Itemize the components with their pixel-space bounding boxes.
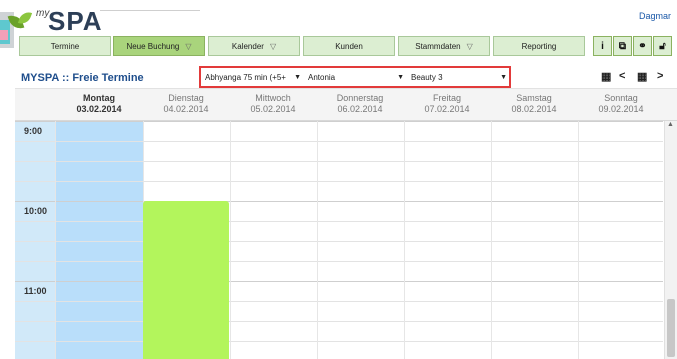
nav-stammdaten-button[interactable]: Stammdaten ▽ [398,36,490,56]
nav-reporting-button[interactable]: Reporting [493,36,585,56]
scroll-up-icon[interactable]: ▲ [667,121,674,128]
slot-line [15,341,663,342]
chevron-down-icon: ▽ [185,42,192,51]
chevron-down-icon: ▽ [269,42,277,51]
slot-line [15,241,663,242]
vertical-scrollbar[interactable]: ▲ [664,121,677,359]
room-select[interactable]: Beauty 3 ▼ [411,72,507,84]
nav-neue-buchung-label: Neue Buchung [126,42,180,51]
day-date: 09.02.2014 [598,104,644,114]
next-week-icon[interactable]: > [657,70,663,82]
calendar-day-header: Montag 03.02.2014 Dienstag 04.02.2014 Mi… [15,88,677,121]
nav-termine-button[interactable]: Termine [19,36,111,56]
nav-kunden-label: Kunden [335,42,363,51]
today-column[interactable] [55,121,143,359]
dropdown-arrow-icon: ▼ [397,74,404,81]
day-header-thursday[interactable]: Donnerstag 06.02.2014 [317,93,403,115]
time-label: 9:00 [24,126,43,136]
nav-kalender-button[interactable]: Kalender ▽ [208,36,300,56]
nav-kalender-label: Kalender [231,42,264,51]
treatment-select[interactable]: Abhyanga 75 min (+5+ ▼ [205,72,301,84]
nav-neue-buchung-button[interactable]: Neue Buchung ▽ [113,36,205,56]
day-name: Samstag [516,93,552,103]
column-divider [317,121,318,359]
time-column [15,121,55,359]
day-date: 04.02.2014 [163,104,209,114]
page-title: MYSPA :: Freie Termine [21,72,144,84]
user-name-link[interactable]: Dagmar [639,11,671,21]
hour-line [15,121,663,122]
day-name: Freitag [432,93,461,103]
slot-line [15,221,663,222]
slot-line [15,321,663,322]
staff-select[interactable]: Antonia ▼ [308,72,404,84]
calendar-toolbar: MYSPA :: Freie Termine Abhyanga 75 min (… [15,66,677,88]
dropdown-arrow-icon: ▼ [500,74,507,81]
room-select-value: Beauty 3 [411,73,443,82]
date-navigation: ▦ < ▦ > [601,70,673,84]
day-date: 08.02.2014 [511,104,557,114]
slot-line [15,161,663,162]
info-icon[interactable]: i [593,36,612,56]
hour-line [15,201,663,202]
treatment-select-value: Abhyanga 75 min (+5+ [205,73,286,82]
free-slot-block[interactable] [143,201,229,359]
calendar-icon[interactable]: ▦ [637,70,647,83]
staff-select-value: Antonia [308,73,336,82]
filter-selection-box: Abhyanga 75 min (+5+ ▼ Antonia ▼ Beauty … [199,66,511,88]
slot-line [15,141,663,142]
users-icon[interactable]: ⚭ [633,36,652,56]
day-header-friday[interactable]: Freitag 07.02.2014 [404,93,490,115]
column-divider [578,121,579,359]
hour-line [15,281,663,282]
day-date: 03.02.2014 [76,104,122,114]
day-header-saturday[interactable]: Samstag 08.02.2014 [491,93,577,115]
previous-week-icon[interactable]: < [619,70,625,82]
time-label: 11:00 [24,286,47,296]
myspa-logo[interactable]: my SPA [7,4,120,36]
day-name: Mittwoch [255,93,291,103]
slot-line [15,301,663,302]
scrollbar-thumb[interactable] [667,299,675,357]
chevron-down-icon: ▽ [466,42,473,51]
column-divider [404,121,405,359]
time-label: 10:00 [24,206,48,216]
column-divider [55,121,56,359]
copy-icon[interactable]: ⧉ [613,36,632,56]
day-name: Sonntag [604,93,638,103]
background-window-accent [0,30,8,40]
day-name: Montag [83,93,115,103]
slot-line [15,181,663,182]
calendar-icon[interactable]: ▦ [601,70,611,83]
column-divider [230,121,231,359]
calendar-grid[interactable]: 9:00 10:00 11:00 ▲ [15,120,677,359]
day-name: Dienstag [168,93,204,103]
nav-reporting-label: Reporting [521,42,557,51]
column-divider [491,121,492,359]
day-header-tuesday[interactable]: Dienstag 04.02.2014 [143,93,229,115]
nav-termine-label: Termine [50,42,80,51]
day-date: 07.02.2014 [424,104,470,114]
day-header-wednesday[interactable]: Mittwoch 05.02.2014 [230,93,316,115]
day-date: 05.02.2014 [250,104,296,114]
nav-kunden-button[interactable]: Kunden [303,36,395,56]
dropdown-arrow-icon: ▼ [294,74,301,81]
main-navigation: Termine Neue Buchung ▽ Kalender ▽ Kunden S… [19,36,672,58]
day-date: 06.02.2014 [337,104,383,114]
slot-line [15,261,663,262]
logo-name: SPA [48,6,103,36]
lock-icon[interactable]: 🔓︎ [653,36,672,56]
day-name: Donnerstag [336,93,384,103]
nav-stammdaten-label: Stammdaten [415,42,461,51]
day-header-sunday[interactable]: Sonntag 09.02.2014 [578,93,664,115]
day-header-monday[interactable]: Montag 03.02.2014 [56,93,142,115]
